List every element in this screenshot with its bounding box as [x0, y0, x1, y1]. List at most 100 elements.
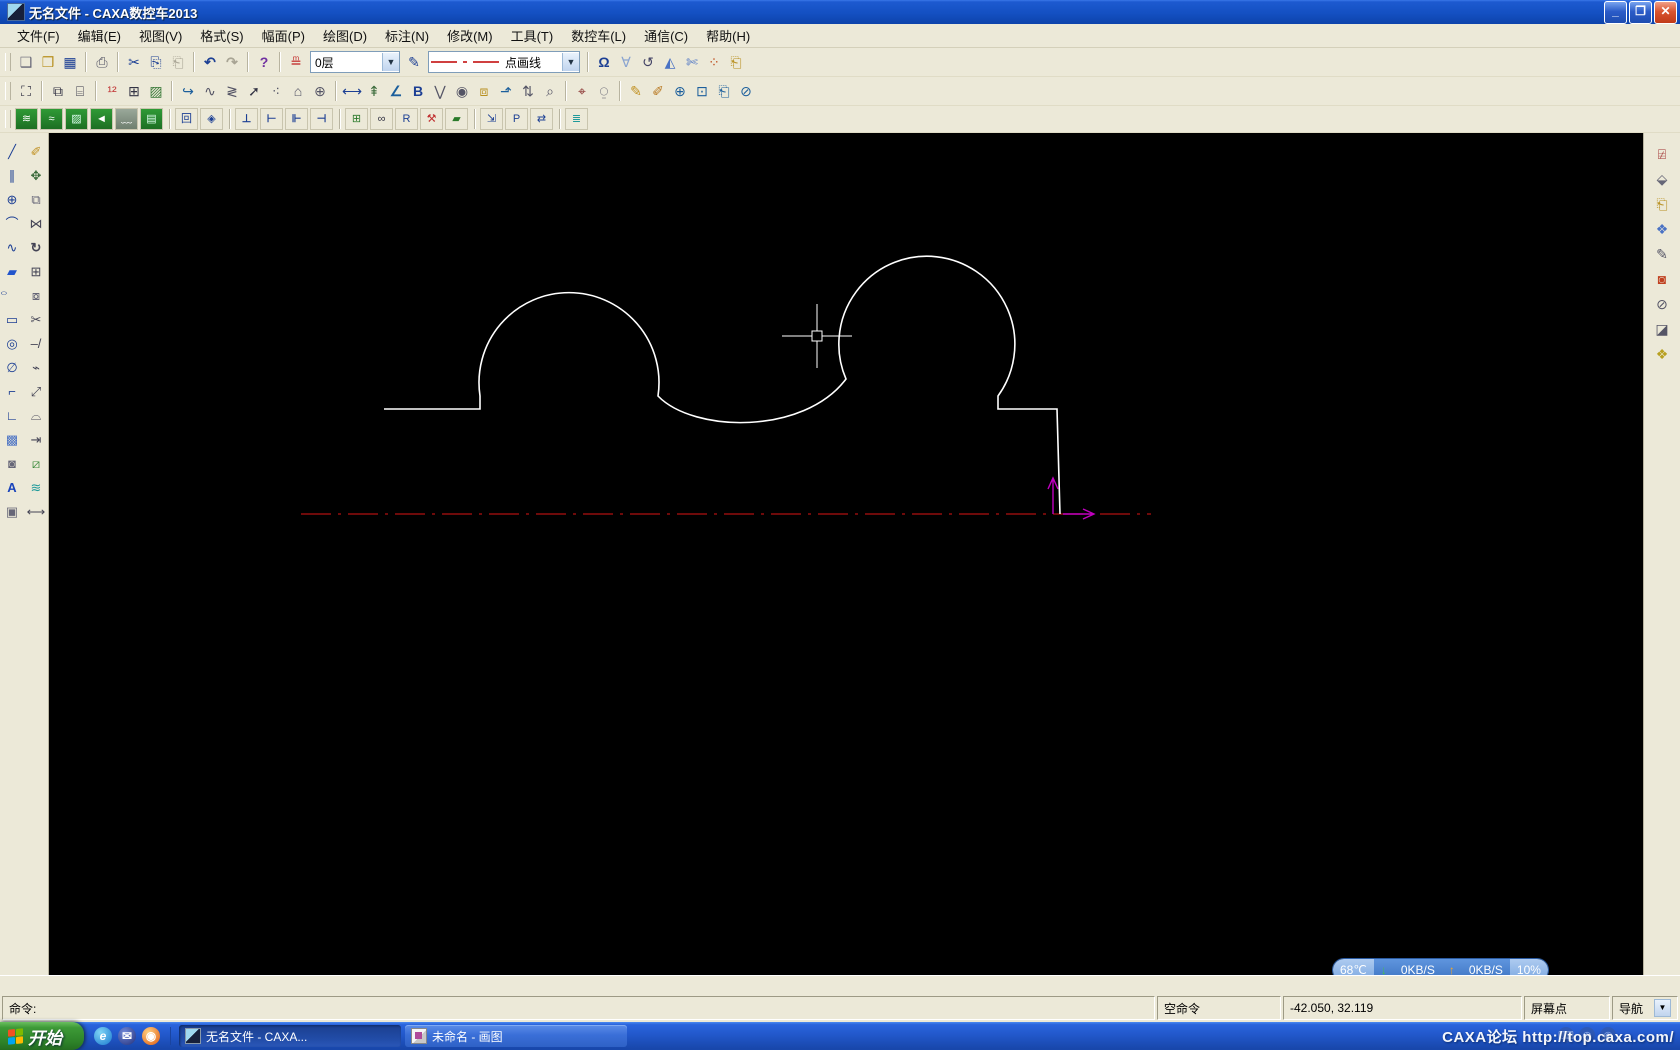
block-create-icon[interactable]: ❖: [1649, 216, 1675, 241]
mirror-text-icon[interactable]: ◭: [659, 51, 681, 73]
menu-draw[interactable]: 绘图(D): [314, 24, 376, 47]
dome-icon[interactable]: ⌂: [287, 80, 309, 102]
raster-image-icon[interactable]: ▨: [145, 80, 167, 102]
code-check-icon[interactable]: R: [395, 108, 418, 130]
task-caxa-button[interactable]: 无名文件 - CAXA...: [179, 1025, 401, 1047]
text-window-icon[interactable]: ⌸: [69, 80, 91, 102]
ellipse-tool-icon[interactable]: ○: [0, 288, 24, 302]
menu-comm[interactable]: 通信(C): [635, 24, 697, 47]
dimension-tool-icon[interactable]: ⟷: [24, 499, 48, 523]
text-tool-icon[interactable]: A: [0, 475, 24, 499]
parallel-line-tool-icon[interactable]: ∥: [0, 163, 24, 187]
dim-shift-tool-icon[interactable]: ⇥: [24, 427, 48, 451]
command-prompt[interactable]: 命令:: [2, 996, 1155, 1020]
search-dim-icon[interactable]: ⌕: [539, 80, 561, 102]
quicklaunch-msn-icon[interactable]: ✉: [118, 1027, 136, 1045]
shear-icon[interactable]: ✄: [681, 51, 703, 73]
paste-icon[interactable]: ⎗: [167, 51, 189, 73]
grind-icon[interactable]: ▰: [445, 108, 468, 130]
chamfer-dim-icon[interactable]: ⋁: [429, 80, 451, 102]
rectangle-tool-icon[interactable]: ▭: [0, 307, 24, 331]
sketch-pencil-icon[interactable]: ✎: [625, 80, 647, 102]
zoom-window-icon[interactable]: ⊡: [691, 80, 713, 102]
undo-icon[interactable]: ↶: [199, 51, 221, 73]
copy-icon[interactable]: ⎘: [145, 51, 167, 73]
new-file-icon[interactable]: ❑: [15, 51, 37, 73]
drilling-icon[interactable]: ◄: [90, 108, 113, 130]
polyline-tool-icon[interactable]: ∟: [0, 403, 24, 427]
point-tag-icon[interactable]: ∀: [615, 51, 637, 73]
parameter-icon[interactable]: ◈: [200, 108, 223, 130]
thread-turning-icon[interactable]: ﹏: [115, 108, 138, 130]
record-region-icon[interactable]: ◙: [1649, 266, 1675, 291]
grab-page-icon[interactable]: ⎗: [725, 51, 747, 73]
ruler-icon[interactable]: ⍜: [593, 80, 615, 102]
layer-combobox[interactable]: 0层 ▼: [310, 51, 400, 73]
section-line-tool-icon[interactable]: ∅: [0, 355, 24, 379]
nav-mode-dropdown[interactable]: 导航 ▼: [1612, 996, 1678, 1020]
quicklaunch-firefox-icon[interactable]: ◉: [142, 1027, 160, 1045]
print-code-icon[interactable]: P: [505, 108, 528, 130]
scatter-points-icon[interactable]: ⁘: [703, 51, 725, 73]
finish-turning-icon[interactable]: ≈: [40, 108, 63, 130]
delete-tool-icon[interactable]: ✐: [24, 139, 48, 163]
zoom-in-icon[interactable]: ⊕: [669, 80, 691, 102]
post-process-icon[interactable]: ⊞: [345, 108, 368, 130]
task-paint-button[interactable]: 未命名 - 画图: [405, 1025, 627, 1047]
trajectory-icon[interactable]: 回: [175, 108, 198, 130]
send-code-icon[interactable]: ⇲: [480, 108, 503, 130]
menu-dimension[interactable]: 标注(N): [376, 24, 438, 47]
maximize-button[interactable]: ❐: [1629, 0, 1652, 24]
break-tool-icon[interactable]: ⌁: [24, 355, 48, 379]
menu-modify[interactable]: 修改(M): [438, 24, 502, 47]
menu-file[interactable]: 文件(F): [8, 24, 69, 47]
minimize-button[interactable]: _: [1604, 0, 1627, 24]
angle-dim-icon[interactable]: ∠: [385, 80, 407, 102]
circle-dim-icon[interactable]: ◉: [451, 80, 473, 102]
mdi-panel-icon[interactable]: ≣: [565, 108, 588, 130]
serial-comm-icon[interactable]: ⇄: [530, 108, 553, 130]
curve-tag-icon[interactable]: Ω: [593, 51, 615, 73]
thread-tool-icon[interactable]: ⊣: [310, 108, 333, 130]
block-edit-icon[interactable]: ✎: [1649, 241, 1675, 266]
toolbar-grip[interactable]: [5, 110, 11, 128]
menu-cnc-lathe[interactable]: 数控车(L): [562, 24, 635, 47]
rotate-tool-icon[interactable]: ↻: [24, 235, 48, 259]
corner-tool-icon[interactable]: ⌓: [24, 403, 48, 427]
zoom-previous-icon[interactable]: ⊘: [735, 80, 757, 102]
center-target-icon[interactable]: ⊕: [309, 80, 331, 102]
drag-block-tool-icon[interactable]: ⧇: [24, 283, 48, 307]
lathe-tool-icon[interactable]: ⊥: [235, 108, 258, 130]
paste-special-icon[interactable]: ⎗: [1649, 191, 1675, 216]
mirror-tool-icon[interactable]: ⋈: [24, 211, 48, 235]
layers-icon[interactable]: ≞: [285, 51, 307, 73]
hatch-tool-icon[interactable]: ▩: [0, 427, 24, 451]
groove-tool-icon[interactable]: ⊢: [260, 108, 283, 130]
pan-window-icon[interactable]: ⧉: [47, 80, 69, 102]
block-op-tool-icon[interactable]: ⧄: [24, 451, 48, 475]
start-button[interactable]: 开始: [0, 1022, 84, 1050]
save-icon[interactable]: ▦: [59, 51, 81, 73]
spline-tool-icon[interactable]: ∿: [0, 235, 24, 259]
menu-edit[interactable]: 编辑(E): [69, 24, 130, 47]
menu-help[interactable]: 帮助(H): [697, 24, 759, 47]
open-file-icon[interactable]: ❒: [37, 51, 59, 73]
toolbar-grip[interactable]: [5, 82, 11, 100]
edge-trim-tool-icon[interactable]: –/: [24, 331, 48, 355]
profile-line-tool-icon[interactable]: ⌐: [0, 379, 24, 403]
zigzag-line-icon[interactable]: ≷: [221, 80, 243, 102]
copy-tool-icon[interactable]: ⧉: [24, 187, 48, 211]
baseline-dim-icon[interactable]: ⇞: [363, 80, 385, 102]
view-3d-icon[interactable]: ⬙: [1649, 166, 1675, 191]
pick-tool-icon[interactable]: ▣: [0, 499, 24, 523]
trim-tool-icon[interactable]: ✂: [24, 307, 48, 331]
move-tool-icon[interactable]: ✥: [24, 163, 48, 187]
measure-icon[interactable]: ⌖: [571, 80, 593, 102]
rough-turning-icon[interactable]: ≋: [15, 108, 38, 130]
linear-dim-icon[interactable]: ⟷: [341, 80, 363, 102]
help-icon[interactable]: ?: [253, 51, 275, 73]
formula-curve-tool-icon[interactable]: ▰: [0, 259, 24, 283]
menu-view[interactable]: 视图(V): [130, 24, 191, 47]
hatch-toggle-icon[interactable]: ◪: [1649, 316, 1675, 341]
cut-icon[interactable]: ✂: [123, 51, 145, 73]
